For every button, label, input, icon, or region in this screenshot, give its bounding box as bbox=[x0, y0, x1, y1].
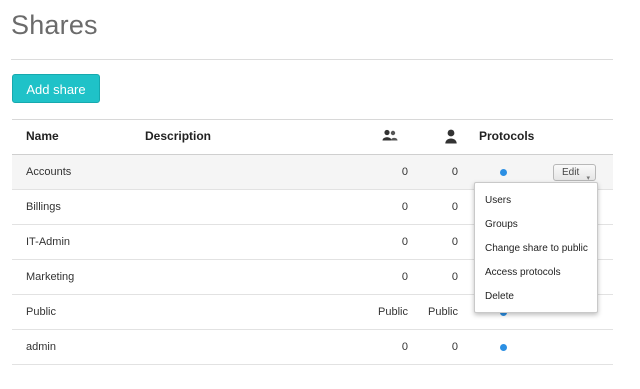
menu-item-change-share-to-public[interactable]: Change share to public bbox=[485, 243, 588, 254]
table-row[interactable]: admin 0 0 bbox=[12, 330, 613, 365]
user-count: 0 bbox=[451, 201, 458, 213]
share-name: admin bbox=[26, 341, 56, 353]
share-name: IT-Admin bbox=[26, 236, 71, 248]
title-divider bbox=[11, 59, 613, 60]
table-header: Name Description Protocols bbox=[12, 119, 613, 155]
edit-dropdown-menu: Users Groups Change share to public Acce… bbox=[474, 182, 598, 313]
page-title: Shares bbox=[11, 10, 98, 40]
add-share-button[interactable]: Add share bbox=[12, 74, 100, 103]
share-name: Accounts bbox=[26, 166, 72, 178]
menu-item-access-protocols[interactable]: Access protocols bbox=[485, 267, 561, 278]
group-count: 0 bbox=[401, 341, 408, 353]
menu-item-delete[interactable]: Delete bbox=[485, 291, 514, 302]
user-count: 0 bbox=[451, 341, 458, 353]
menu-item-users[interactable]: Users bbox=[485, 195, 511, 206]
user-count: 0 bbox=[451, 271, 458, 283]
group-count: 0 bbox=[401, 201, 408, 213]
protocol-status-dot bbox=[500, 169, 507, 176]
group-count: 0 bbox=[401, 236, 408, 248]
share-name: Billings bbox=[26, 201, 61, 213]
share-name: Public bbox=[26, 306, 56, 318]
column-header-description[interactable]: Description bbox=[145, 120, 211, 153]
group-count: Public bbox=[378, 306, 408, 318]
user-count: 0 bbox=[451, 236, 458, 248]
group-count: 0 bbox=[401, 271, 408, 283]
column-header-name[interactable]: Name bbox=[26, 120, 59, 153]
user-count: 0 bbox=[451, 166, 458, 178]
group-count: 0 bbox=[401, 166, 408, 178]
edit-button[interactable]: Edit ▾ bbox=[553, 164, 596, 182]
column-header-protocols[interactable]: Protocols bbox=[479, 120, 534, 153]
user-icon bbox=[445, 129, 457, 144]
edit-label: Edit bbox=[562, 167, 580, 178]
users-icon bbox=[382, 129, 398, 141]
protocol-status-dot bbox=[500, 344, 507, 351]
share-name: Marketing bbox=[26, 271, 75, 283]
user-count: Public bbox=[428, 306, 458, 318]
menu-item-groups[interactable]: Groups bbox=[485, 219, 518, 230]
